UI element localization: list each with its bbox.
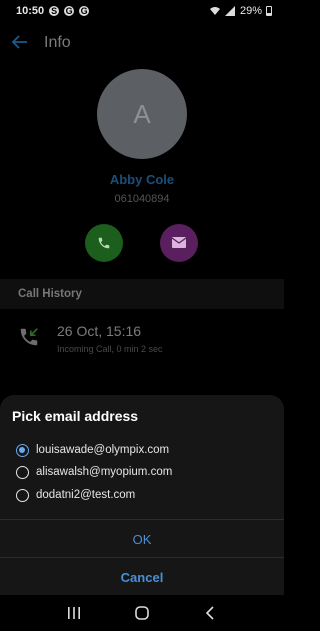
- email-option-label: alisawalsh@myopium.com: [36, 466, 173, 478]
- page-title: Info: [44, 34, 71, 51]
- cancel-button[interactable]: Cancel: [0, 560, 284, 594]
- home-icon: [135, 606, 149, 620]
- mail-icon: [172, 237, 186, 248]
- contact-name: Abby Cole: [109, 172, 175, 187]
- app-bar: Info: [0, 28, 284, 58]
- notification-icon: G: [79, 6, 90, 16]
- radio-button[interactable]: [16, 488, 29, 502]
- status-time: 10:50: [16, 5, 45, 17]
- recent-apps-icon: [68, 607, 80, 619]
- ok-button[interactable]: OK: [0, 522, 284, 556]
- divider: [0, 557, 284, 558]
- call-history-header: Call History: [0, 279, 284, 309]
- email-picker-dialog: Pick email address louisawade@olympix.co…: [0, 395, 284, 595]
- call-detail: Incoming Call, 0 min 2 sec: [57, 344, 163, 354]
- notification-icon: S: [49, 6, 60, 16]
- email-option-label: dodatni2@test.com: [36, 489, 136, 501]
- radio-button-selected[interactable]: [16, 443, 29, 457]
- email-option[interactable]: alisawalsh@myopium.com: [16, 462, 172, 482]
- email-button[interactable]: [160, 224, 198, 262]
- status-right: 29%: [209, 5, 272, 17]
- status-left: 10:50 S G G: [16, 5, 90, 17]
- back-icon: [205, 606, 214, 620]
- avatar-initial: A: [133, 98, 151, 129]
- signal-icon: [224, 6, 235, 16]
- call-button[interactable]: [85, 224, 123, 262]
- system-nav-bar: [0, 595, 284, 631]
- email-option-label: louisawade@olympix.com: [36, 444, 170, 456]
- divider: [0, 519, 284, 520]
- battery-percentage: 29%: [239, 5, 262, 17]
- back-arrow-icon[interactable]: [11, 33, 36, 54]
- email-option[interactable]: louisawade@olympix.com: [16, 440, 169, 460]
- dialog-title: Pick email address: [12, 408, 139, 424]
- back-button[interactable]: [195, 598, 225, 628]
- radio-button[interactable]: [16, 465, 29, 479]
- home-button[interactable]: [127, 598, 157, 628]
- call-history-row[interactable]: 26 Oct, 15:16 Incoming Call, 0 min 2 sec: [0, 318, 284, 362]
- email-option[interactable]: dodatni2@test.com: [16, 485, 135, 505]
- contact-number: 061040894: [114, 193, 170, 205]
- status-bar: 10:50 S G G 29%: [0, 0, 284, 22]
- phone-icon: [98, 237, 110, 249]
- wifi-icon: [209, 7, 220, 15]
- incoming-call-icon: [20, 328, 38, 346]
- avatar: A: [97, 69, 187, 159]
- battery-icon: [266, 6, 272, 16]
- recent-apps-button[interactable]: [59, 598, 89, 628]
- call-date: 26 Oct, 15:16: [57, 323, 142, 339]
- notification-icon: G: [64, 6, 75, 16]
